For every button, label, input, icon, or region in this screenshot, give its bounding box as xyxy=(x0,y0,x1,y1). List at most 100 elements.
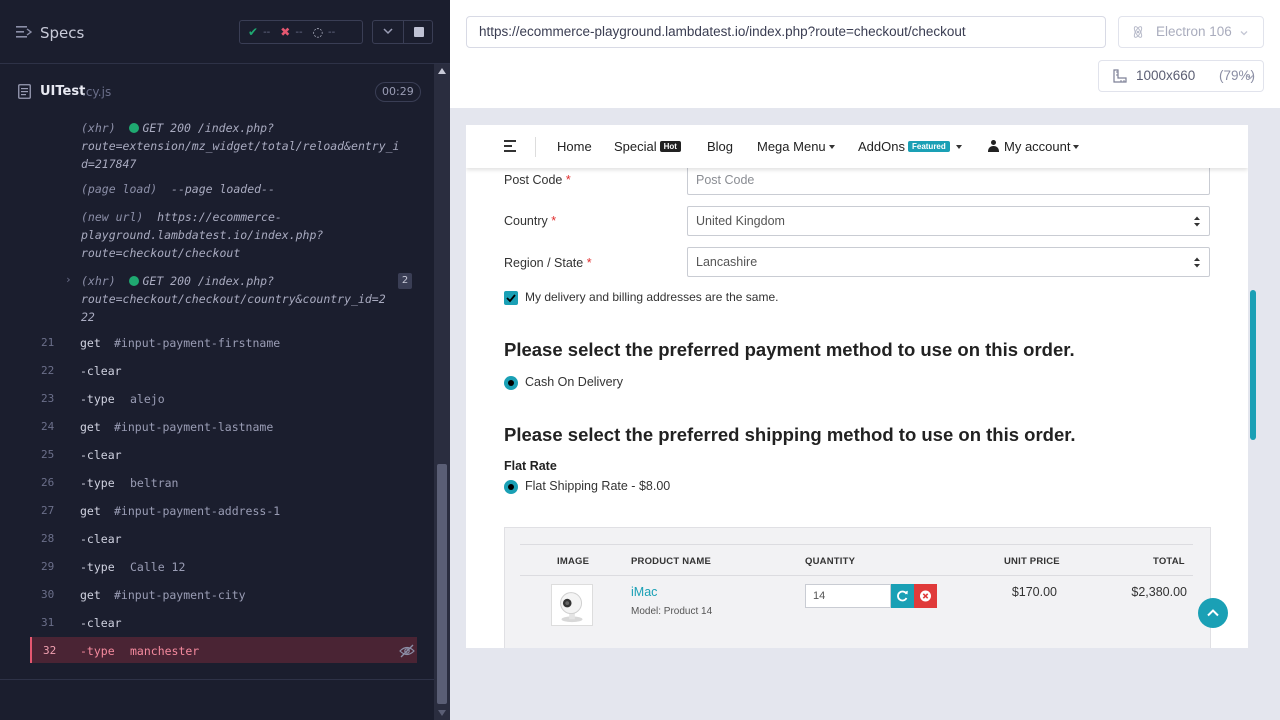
command-number: 27 xyxy=(41,504,55,517)
event-line: route=checkout/checkout/country&country_… xyxy=(81,292,386,306)
product-image[interactable] xyxy=(551,584,593,626)
command-arg: manchester xyxy=(130,644,200,658)
command-row[interactable]: 30 get #input-payment-city xyxy=(30,581,417,609)
command-number: 32 xyxy=(43,644,57,657)
header-total: TOTAL xyxy=(1153,556,1185,567)
runner-controls xyxy=(372,20,433,44)
event-line: GET 200 /index.php? xyxy=(142,274,275,288)
pending-stat: ◌ -- xyxy=(313,25,336,39)
specs-menu-icon[interactable] xyxy=(16,25,32,39)
browser-selector[interactable]: Electron 106 xyxy=(1118,16,1264,48)
command-row[interactable]: 26 -type beltran xyxy=(30,469,417,497)
eye-off-icon[interactable] xyxy=(399,643,415,659)
country-label: Country * xyxy=(504,214,556,228)
total-value: $2,380.00 xyxy=(1131,585,1187,599)
quantity-input[interactable]: 14 xyxy=(805,584,891,608)
url-bar[interactable]: https://ecommerce-playground.lambdatest.… xyxy=(466,16,1106,48)
electron-icon xyxy=(1133,26,1143,38)
event-type: (xhr) xyxy=(81,274,116,288)
reporter-scrollbar[interactable] xyxy=(434,64,450,720)
app-scrollbar-thumb[interactable] xyxy=(1250,290,1256,440)
cash-on-delivery-label[interactable]: Cash On Delivery xyxy=(525,375,623,389)
pending-icon: ◌ xyxy=(312,25,324,39)
viewport-selector[interactable]: 1000x660 (79%) xyxy=(1098,60,1264,92)
chevron-up-icon xyxy=(1207,609,1219,617)
command-row[interactable]: 25 -clear xyxy=(30,441,417,469)
chevron-right-icon[interactable]: › xyxy=(65,273,72,286)
nav-addons[interactable]: AddOns Featured xyxy=(858,139,962,154)
command-number: 26 xyxy=(41,476,55,489)
region-select-value: Lancashire xyxy=(696,255,758,269)
flat-shipping-radio[interactable] xyxy=(504,480,518,494)
nav-mega-menu[interactable]: Mega Menu xyxy=(757,139,835,154)
scroll-down-icon[interactable] xyxy=(438,710,446,716)
event-line: GET 200 /index.php? xyxy=(142,121,275,135)
app-navbar: Home Special Hot Blog Mega Menu AddOns Fea… xyxy=(466,125,1248,168)
postcode-label-text: Post Code xyxy=(504,173,563,187)
control-divider xyxy=(403,21,404,43)
command-row[interactable]: 23 -type alejo xyxy=(30,385,417,413)
same-address-checkbox[interactable] xyxy=(504,291,518,305)
cash-on-delivery-radio[interactable] xyxy=(504,376,518,390)
country-select[interactable]: United Kingdom xyxy=(687,206,1210,236)
nav-blog[interactable]: Blog xyxy=(707,139,733,154)
command-row[interactable]: 21 get #input-payment-firstname xyxy=(30,329,417,357)
failed-count: -- xyxy=(295,26,303,38)
status-dot-icon xyxy=(129,123,140,133)
nav-addons-label: AddOns xyxy=(858,139,905,154)
nav-home[interactable]: Home xyxy=(557,139,592,154)
command-row[interactable]: 29 -type Calle 12 xyxy=(30,553,417,581)
command-row[interactable]: 28 -clear xyxy=(30,525,417,553)
remove-item-button[interactable] xyxy=(914,584,937,608)
command-row[interactable]: 24 get #input-payment-lastname xyxy=(30,413,417,441)
command-arg: #input-payment-lastname xyxy=(114,420,274,434)
region-label: Region / State * xyxy=(504,256,592,270)
flat-shipping-label[interactable]: Flat Shipping Rate - $8.00 xyxy=(525,479,670,493)
command-row-active[interactable]: 32 -type manchester xyxy=(30,637,417,663)
update-quantity-button[interactable] xyxy=(891,584,914,608)
event-type: (page load) xyxy=(81,182,158,196)
command-row[interactable]: 31 -clear xyxy=(30,609,417,637)
postcode-input[interactable]: Post Code xyxy=(687,165,1210,195)
nav-divider xyxy=(535,137,536,157)
country-label-text: Country xyxy=(504,214,548,228)
product-name-link[interactable]: iMac xyxy=(631,585,657,599)
command-row[interactable]: 22 -clear xyxy=(30,357,417,385)
log-event-page-load[interactable]: (page load) --page loaded-- xyxy=(81,180,275,198)
command-number: 21 xyxy=(41,336,55,349)
header-product-name: PRODUCT NAME xyxy=(631,556,711,567)
spec-file-header[interactable]: UITest .cy.js 00:29 xyxy=(0,65,432,119)
scroll-up-icon[interactable] xyxy=(438,68,446,74)
featured-badge: Featured xyxy=(907,141,950,152)
flat-rate-title: Flat Rate xyxy=(504,459,557,473)
command-number: 30 xyxy=(41,588,55,601)
stop-icon[interactable] xyxy=(414,27,424,37)
check-icon: ✔ xyxy=(248,25,259,39)
log-event-xhr[interactable]: (xhr) GET 200 /index.php? route=checkout… xyxy=(81,272,386,326)
back-to-top-button[interactable] xyxy=(1198,598,1228,628)
command-number: 29 xyxy=(41,560,55,573)
duration-badge: 00:29 xyxy=(375,82,421,102)
command-name: -type xyxy=(80,476,115,490)
log-event-xhr[interactable]: (xhr) GET 200 /index.php? route=extensio… xyxy=(81,119,400,173)
command-arg: Calle 12 xyxy=(130,560,186,574)
scrollbar-thumb[interactable] xyxy=(437,464,447,704)
region-label-text: Region / State xyxy=(504,256,584,270)
event-count-badge: 2 xyxy=(398,273,412,289)
log-event-new-url[interactable]: (new url) https://ecommerce- playground.… xyxy=(81,208,323,262)
hamburger-menu-icon[interactable] xyxy=(504,140,518,152)
nav-my-account[interactable]: My account xyxy=(988,139,1080,154)
command-arg: beltran xyxy=(130,476,179,490)
event-line: playground.lambdatest.io/index.php? xyxy=(81,228,324,242)
chevron-down-icon[interactable] xyxy=(383,26,393,36)
command-name: get xyxy=(80,420,101,434)
pending-count: -- xyxy=(328,26,336,38)
command-row[interactable]: 27 get #input-payment-address-1 xyxy=(30,497,417,525)
event-line: route=checkout/checkout xyxy=(81,246,241,260)
same-address-label[interactable]: My delivery and billing addresses are th… xyxy=(525,290,778,304)
nav-my-account-label: My account xyxy=(1004,139,1071,154)
region-select[interactable]: Lancashire xyxy=(687,247,1210,277)
nav-special[interactable]: Special Hot xyxy=(614,139,681,154)
spec-file-ext: .cy.js xyxy=(82,85,112,99)
specs-label[interactable]: Specs xyxy=(40,24,84,42)
